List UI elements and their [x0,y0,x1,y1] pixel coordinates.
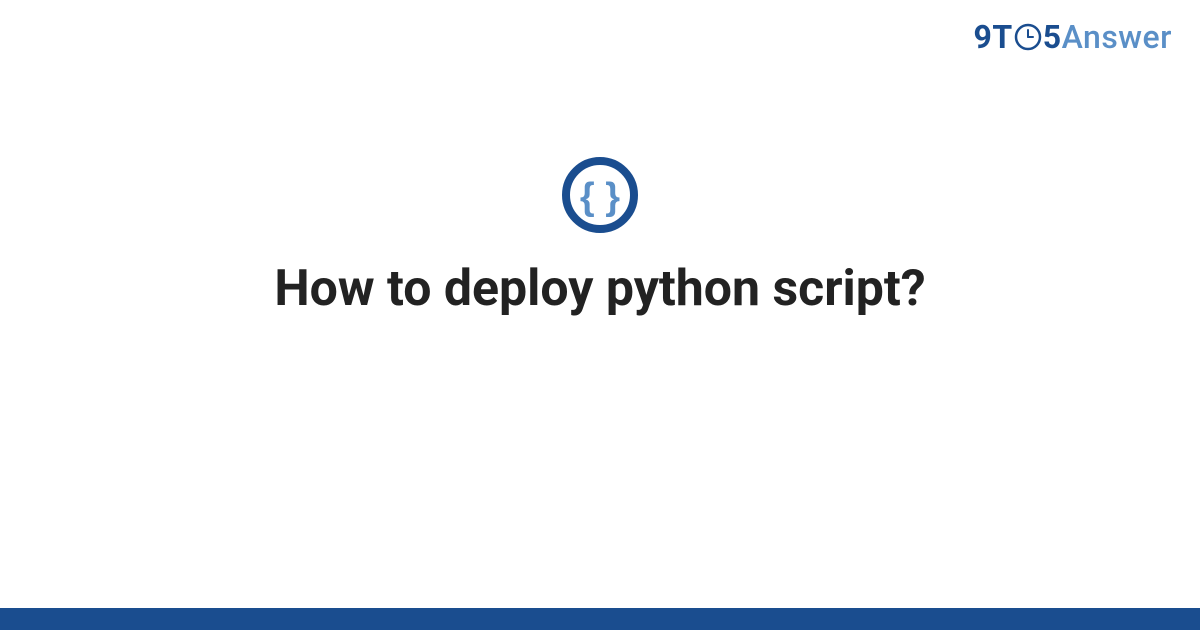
page-title: How to deploy python script? [0,260,1200,318]
site-logo: 9T 5Answer [974,18,1172,56]
footer-bar [0,608,1200,630]
svg-text:{ }: { } [580,176,620,218]
logo-text-5: 5 [1043,18,1062,56]
logo-text-answer: Answer [1062,18,1172,56]
clock-icon [1014,21,1042,49]
logo-text-9t: 9T [974,18,1013,56]
braces-icon: { } [560,155,640,235]
